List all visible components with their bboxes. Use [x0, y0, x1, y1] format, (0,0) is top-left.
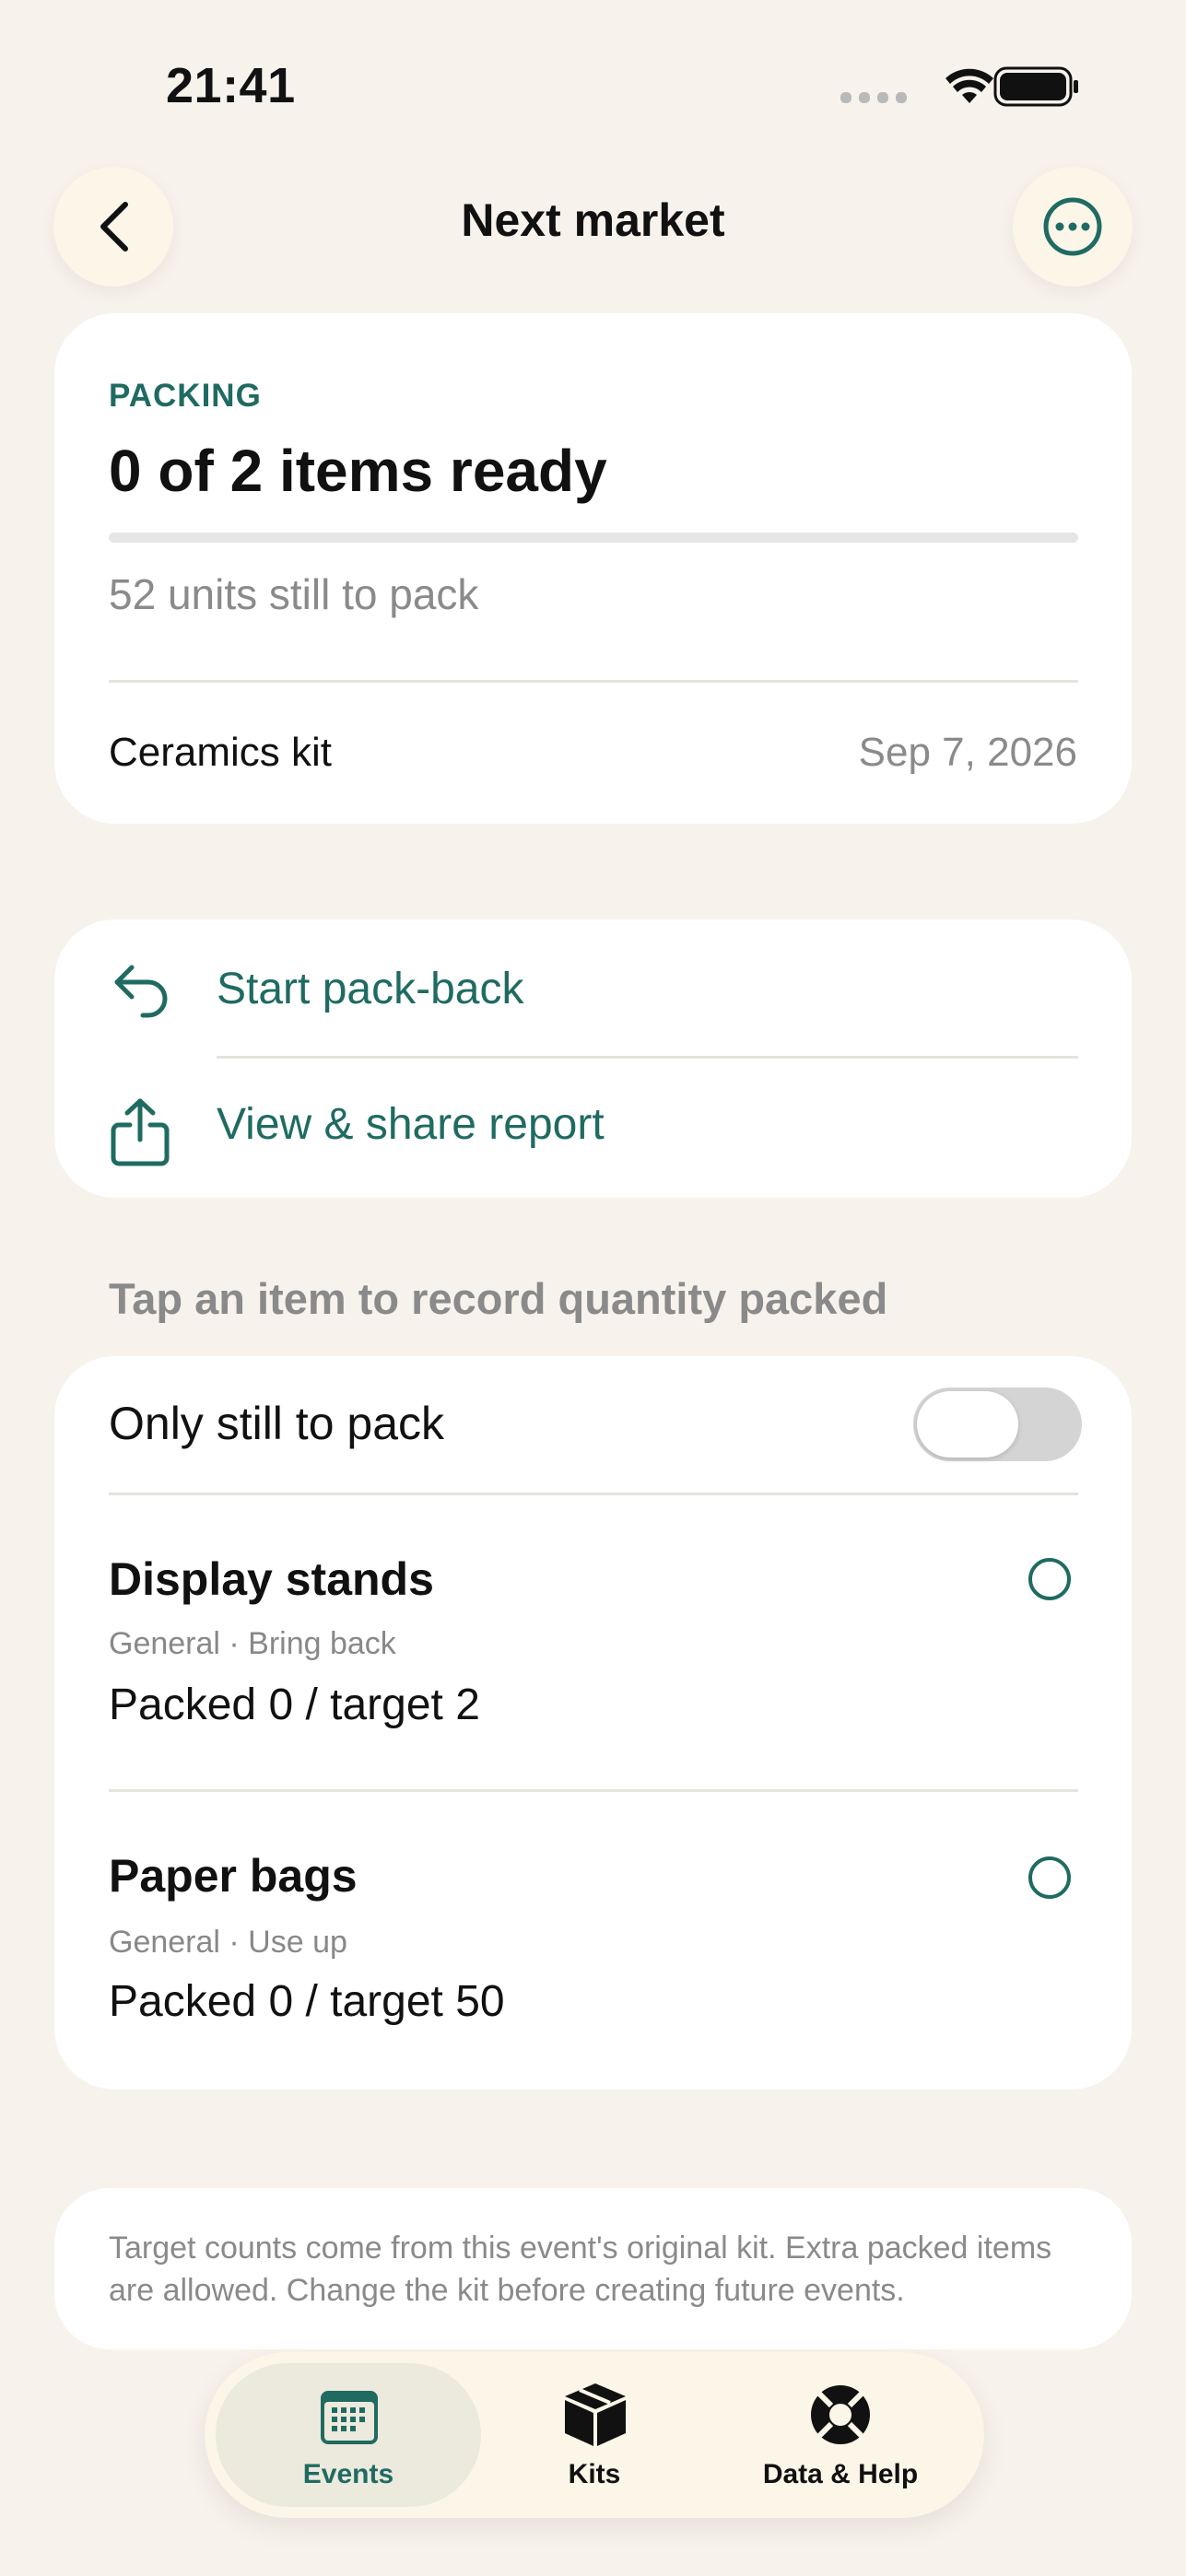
footnote-card: Target counts come from this event's ori…	[54, 2188, 1132, 2349]
filter-label: Only still to pack	[109, 1398, 445, 1449]
tab-label: Events	[302, 2459, 394, 2489]
ellipsis-circle-icon	[1043, 197, 1102, 256]
item-name: Paper bags	[109, 1850, 358, 1902]
item-name: Display stands	[109, 1553, 434, 1605]
status-time: 21:41	[166, 58, 296, 113]
items-card: Only still to pack Display stands Genera…	[54, 1356, 1132, 2090]
kit-name: Ceramics kit	[109, 730, 333, 775]
more-options-button[interactable]	[1013, 167, 1133, 287]
tab-label: Data & Help	[762, 2459, 919, 2489]
packing-progress-bar	[109, 533, 1078, 543]
undo-arrow-icon	[114, 965, 168, 1018]
lifebuoy-icon	[811, 2385, 870, 2444]
tab-bar: Events Kits Data & Help	[205, 2352, 984, 2518]
only-still-to-pack-toggle[interactable]	[913, 1388, 1082, 1461]
box-icon	[565, 2383, 626, 2446]
status-icons	[840, 66, 1078, 107]
list-item-display-stands[interactable]: Display stands General · Bring back Pack…	[54, 1495, 1132, 1790]
section-hint: Tap an item to record quantity packed	[109, 1274, 888, 1323]
packing-eyebrow: PACKING	[109, 378, 262, 414]
list-item-paper-bags[interactable]: Paper bags General · Use up Packed 0 / t…	[54, 1792, 1132, 2087]
footnote-text: Target counts come from this event's ori…	[109, 2231, 1052, 2308]
page-title: Next market	[461, 194, 725, 246]
packing-headline: 0 of 2 items ready	[109, 438, 607, 504]
item-count: Packed 0 / target 2	[109, 1680, 480, 1729]
item-meta: General · Use up	[109, 1925, 347, 1960]
view-share-report-label: View & share report	[217, 1100, 605, 1149]
start-pack-back-button[interactable]: Start pack-back	[54, 919, 1132, 1058]
calendar-icon	[321, 2391, 378, 2444]
item-status-radio[interactable]	[1028, 1558, 1071, 1600]
tab-events[interactable]: Events	[229, 2352, 468, 2518]
actions-card: Start pack-back View & share report	[54, 919, 1132, 1198]
share-icon	[111, 1098, 170, 1166]
item-status-radio[interactable]	[1028, 1856, 1071, 1899]
battery-icon	[993, 66, 1078, 107]
item-count: Packed 0 / target 50	[109, 1977, 505, 2026]
tab-label: Kits	[568, 2459, 621, 2489]
tab-kits[interactable]: Kits	[475, 2352, 714, 2518]
item-meta: General · Bring back	[109, 1626, 396, 1661]
start-pack-back-label: Start pack-back	[217, 965, 524, 1013]
packing-summary-card: PACKING 0 of 2 items ready 52 units stil…	[54, 313, 1132, 824]
cellular-signal-icon	[840, 92, 907, 103]
tab-data-help[interactable]: Data & Help	[721, 2352, 960, 2518]
view-share-report-button[interactable]: View & share report	[54, 1059, 1132, 1198]
wifi-icon	[945, 68, 993, 103]
units-remaining: 52 units still to pack	[109, 570, 479, 618]
event-date: Sep 7, 2026	[858, 730, 1077, 775]
toggle-knob	[917, 1391, 1018, 1458]
divider	[109, 680, 1078, 683]
